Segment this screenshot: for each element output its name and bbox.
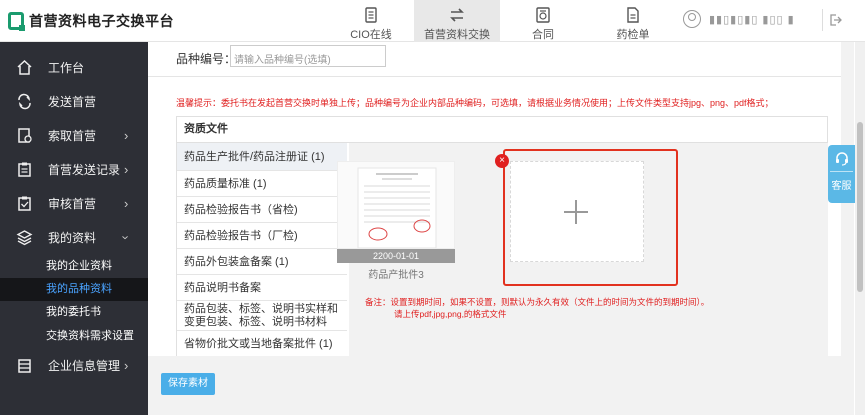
tab-contract-label: 合同 — [532, 29, 554, 41]
sidebar-item-request[interactable]: 索取首营 › — [0, 118, 148, 152]
save-materials-button[interactable]: 保存素材 — [161, 373, 215, 395]
layers-icon — [16, 229, 33, 245]
sidebar-item-send-record[interactable]: 首营发送记录 › — [0, 152, 148, 186]
variety-number-input[interactable]: 请输入品种编号(选填) — [230, 45, 386, 67]
sidebar-item-workbench[interactable]: 工作台 — [0, 50, 148, 84]
sidebar-item-review[interactable]: 审核首营 › — [0, 186, 148, 220]
close-icon: × — [499, 155, 505, 166]
building-icon — [18, 358, 31, 373]
doc-item-packaging[interactable]: 药品外包装盒备案 (1) — [177, 249, 347, 275]
tip-text: 温馨提示：委托书在发起首营交换时单独上传；品种编号为企业内部品种编码，可选填，请… — [176, 98, 774, 108]
sidebar: 工作台 发送首营 索取首营 › 首营发送记录 › 审核首营 › 我的资料 › 我… — [0, 42, 148, 415]
content-card: 品种编号： 请输入品种编号(选填) 温馨提示：委托书在发起首营交换时单独上传；品… — [148, 42, 841, 357]
tab-cio-online[interactable]: CIO在线 — [340, 0, 402, 42]
sidebar-item-label: 我的资料 — [48, 230, 97, 245]
sidebar-item-company-info[interactable]: 企业信息管理 › — [0, 348, 148, 382]
qualification-panel: 资质文件 药品生产批件/药品注册证 (1) 药品质量标准 (1) 药品检验报告书… — [176, 116, 828, 357]
doc-item-price-approval[interactable]: 省物价批文或当地备案批件 (1) — [177, 331, 347, 357]
logout-button[interactable] — [822, 9, 844, 31]
sidebar-item-label: 首营发送记录 — [48, 162, 121, 177]
home-icon — [17, 59, 32, 75]
sidebar-item-label: 发送首营 — [48, 94, 97, 109]
tab-first-exchange[interactable]: 首营资料交换 — [414, 0, 500, 42]
send-icon — [18, 93, 31, 109]
user-menu[interactable]: ▮▮▯▮▯▮▯ ▮▯▯ ▮ — [683, 10, 795, 28]
thumbnail-file-name: 药品产批件3 — [368, 270, 424, 281]
doc-item-province-report[interactable]: 药品检验报告书（省检) — [177, 197, 347, 223]
delete-file-button[interactable]: × — [495, 154, 509, 168]
footer-bar: 保存素材 — [148, 356, 854, 415]
username: ▮▮▯▮▯▮▯ ▮▯▯ ▮ — [709, 13, 795, 26]
doc-item-license[interactable]: 药品生产批件/药品注册证 (1) — [177, 143, 347, 171]
expiry-note: 备注：设置到期时间，如果不设置，则默认为永久有效（文件上的时间为文件的到期时间）… — [365, 297, 710, 307]
customer-service-label: 客服 — [830, 171, 853, 192]
document-list: 药品生产批件/药品注册证 (1) 药品质量标准 (1) 药品检验报告书（省检) … — [177, 143, 349, 357]
review-icon — [18, 196, 31, 211]
report-icon — [627, 7, 639, 23]
contract-icon — [536, 7, 550, 23]
chevron-right-icon: › — [124, 161, 129, 177]
chevron-right-icon: › — [124, 127, 129, 143]
chevron-right-icon: › — [124, 357, 129, 373]
sidebar-subitem-company[interactable]: 我的企业资料 — [0, 255, 148, 278]
sidebar-item-label: 索取首营 — [48, 128, 97, 143]
app-root: 首营资料电子交换平台 CIO在线 首营资料交换 合同 药检单 ▮▮▯▮▯▮▯ ▮… — [0, 0, 865, 415]
doc-item-instructions[interactable]: 药品说明书备案 — [177, 275, 347, 301]
headset-icon — [835, 152, 848, 166]
format-note: 请上传pdf,jpg,png,的格式文件 — [394, 309, 507, 319]
chevron-down-icon: › — [118, 234, 134, 240]
variety-number-label: 品种编号： — [176, 52, 237, 66]
chevron-right-icon: › — [124, 195, 129, 211]
sidebar-item-label: 企业信息管理 — [48, 358, 121, 373]
sidebar-item-send[interactable]: 发送首营 — [0, 84, 148, 118]
sidebar-item-label: 工作台 — [48, 60, 85, 75]
tab-drug-report-label: 药检单 — [616, 29, 650, 41]
tab-contract[interactable]: 合同 — [512, 0, 574, 42]
user-icon — [683, 10, 701, 28]
tab-cio-online-label: CIO在线 — [350, 29, 392, 41]
request-icon — [18, 127, 32, 143]
doc-item-quality-standard[interactable]: 药品质量标准 (1) — [177, 171, 347, 197]
doc-item-factory-report[interactable]: 药品检验报告书（厂检) — [177, 223, 347, 249]
sidebar-subitem-exchange-settings[interactable]: 交换资料需求设置 — [0, 325, 148, 348]
document-preview-icon — [357, 167, 437, 248]
document-icon — [365, 7, 377, 23]
tab-drug-report[interactable]: 药检单 — [600, 0, 666, 42]
sidebar-item-my-materials[interactable]: 我的资料 › — [0, 220, 148, 254]
page-scrollbar[interactable] — [855, 42, 865, 415]
app-title: 首营资料电子交换平台 — [29, 13, 174, 29]
sidebar-subitem-variety[interactable]: 我的品种资料 — [0, 278, 148, 301]
record-icon — [18, 162, 31, 177]
customer-service-button[interactable]: 客服 — [828, 145, 855, 203]
panel-title: 资质文件 — [177, 117, 827, 143]
uploaded-file-thumbnail[interactable] — [337, 161, 455, 249]
doc-item-label-samples[interactable]: 药品包装、标签、说明书实样和变更包装、标签、说明书材料 — [177, 301, 347, 331]
divider — [148, 76, 841, 77]
tab-first-exchange-label: 首营资料交换 — [424, 29, 490, 41]
thumbnail-expiry-date: 2200-01-01 — [337, 249, 455, 263]
top-header: 首营资料电子交换平台 CIO在线 首营资料交换 合同 药检单 ▮▮▯▮▯▮▯ ▮… — [0, 0, 865, 42]
sidebar-subitem-delegation[interactable]: 我的委托书 — [0, 301, 148, 324]
exchange-icon — [450, 8, 464, 22]
sidebar-item-label: 审核首营 — [48, 196, 97, 211]
brand-logo[interactable]: 首营资料电子交换平台 — [8, 11, 174, 31]
logo-icon — [8, 12, 25, 31]
main-area: 品种编号： 请输入品种编号(选填) 温馨提示：委托书在发起首营交换时单独上传；品… — [148, 42, 854, 415]
logout-icon — [830, 14, 842, 26]
plus-icon — [575, 200, 577, 224]
scrollbar-thumb[interactable] — [857, 122, 863, 292]
